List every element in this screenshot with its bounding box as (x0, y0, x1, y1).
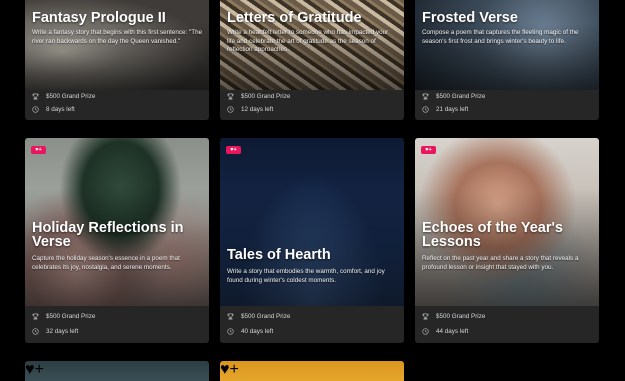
prize-row: $500 Grand Prize (227, 311, 290, 321)
prize-label: $500 Grand Prize (241, 312, 291, 320)
deadline-label: 21 days left (436, 105, 469, 113)
premium-badge: ♥+ (25, 361, 44, 378)
trophy-icon (422, 93, 429, 100)
deadline-row: 12 days left (227, 104, 273, 114)
prize-label: $500 Grand Prize (436, 92, 486, 100)
deadline-label: 44 days left (436, 327, 469, 335)
contest-card-frosted-verse[interactable]: Frosted Verse Compose a poem that captur… (415, 0, 599, 120)
contest-card-partial[interactable]: ♥+ (220, 361, 404, 381)
contest-card-tales-of-hearth[interactable]: ♥+ Tales of Hearth Write a story that em… (220, 138, 404, 343)
trophy-icon (227, 93, 234, 100)
contest-card-fantasy-prologue[interactable]: Fantasy Prologue II Write a fantasy stor… (25, 0, 209, 120)
deadline-label: 32 days left (46, 327, 79, 335)
trophy-icon (32, 313, 39, 320)
clock-icon (422, 105, 429, 113)
prize-row: $500 Grand Prize (227, 91, 290, 101)
contest-description: Write a heartfelt letter to someone who … (227, 29, 389, 54)
contest-description: Write a fantasy story that begins with t… (32, 29, 203, 45)
trophy-icon (422, 313, 429, 320)
clock-icon (227, 327, 234, 335)
contest-title[interactable]: Tales of Hearth (227, 248, 398, 263)
premium-badge: ♥+ (220, 361, 239, 378)
trophy-icon (227, 313, 234, 320)
deadline-row: 44 days left (422, 326, 468, 336)
contest-title[interactable]: Frosted Verse (422, 11, 593, 26)
contest-description: Capture the holiday season's essence in … (32, 255, 180, 271)
contest-description: Write a story that embodies the warmth, … (227, 268, 385, 284)
contest-card-holiday-reflections[interactable]: ♥+ Holiday Reflections in Verse Capture … (25, 138, 209, 343)
contest-card-partial[interactable]: ♥+ (25, 361, 209, 381)
clock-icon (422, 327, 429, 335)
contest-description: Reflect on the past year and share a sto… (422, 255, 579, 271)
deadline-label: 40 days left (241, 327, 274, 335)
clock-icon (32, 327, 39, 335)
deadline-row: 32 days left (32, 326, 78, 336)
deadline-row: 40 days left (227, 326, 273, 336)
contest-card-echoes-of-the-year[interactable]: ♥+ Echoes of the Year's Lessons Reflect … (415, 138, 599, 343)
trophy-icon (32, 93, 39, 100)
deadline-label: 12 days left (241, 105, 274, 113)
prize-label: $500 Grand Prize (46, 312, 96, 320)
clock-icon (32, 105, 39, 113)
premium-badge: ♥+ (421, 146, 436, 154)
deadline-label: 8 days left (46, 105, 75, 113)
prize-row: $500 Grand Prize (32, 311, 95, 321)
premium-badge: ♥+ (226, 146, 241, 154)
prize-label: $500 Grand Prize (436, 312, 486, 320)
contest-title[interactable]: Echoes of the Year's Lessons (422, 221, 593, 249)
contest-card-letters-of-gratitude[interactable]: Letters of Gratitude Write a heartfelt l… (220, 0, 404, 120)
deadline-row: 8 days left (32, 104, 75, 114)
clock-icon (227, 105, 234, 113)
prize-label: $500 Grand Prize (241, 92, 291, 100)
contest-title[interactable]: Fantasy Prologue II (32, 11, 203, 26)
premium-badge: ♥+ (31, 146, 46, 154)
prize-row: $500 Grand Prize (422, 91, 485, 101)
contest-title[interactable]: Letters of Gratitude (227, 11, 398, 26)
deadline-row: 21 days left (422, 104, 468, 114)
contest-title[interactable]: Holiday Reflections in Verse (32, 221, 203, 249)
prize-label: $500 Grand Prize (46, 92, 96, 100)
contest-description: Compose a poem that captures the fleetin… (422, 29, 579, 45)
prize-row: $500 Grand Prize (422, 311, 485, 321)
prize-row: $500 Grand Prize (32, 91, 95, 101)
